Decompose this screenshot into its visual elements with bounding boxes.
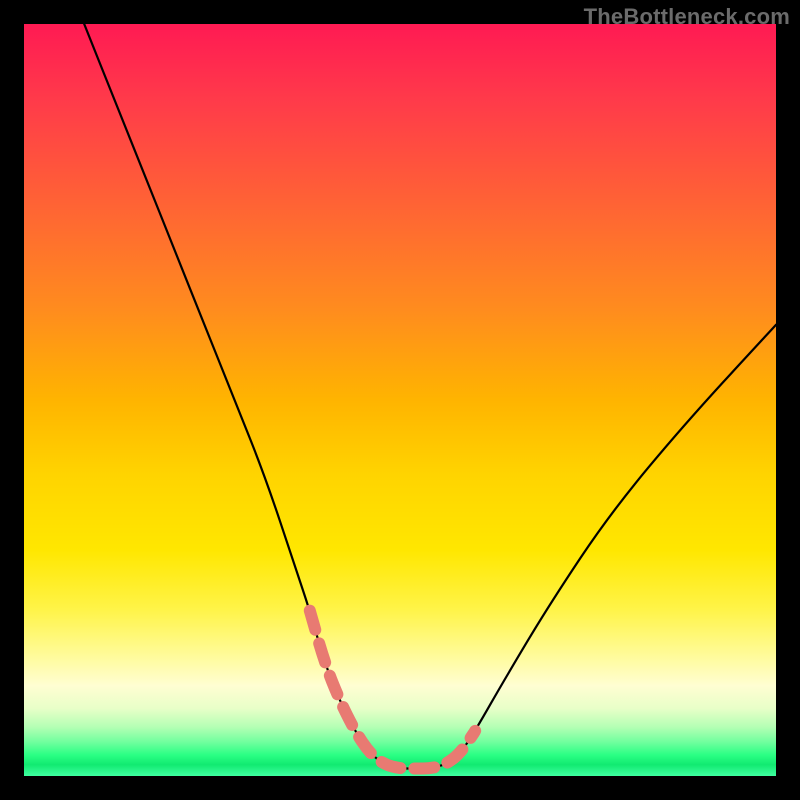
curve-layer xyxy=(24,24,776,776)
optimal-range-marker xyxy=(310,611,475,769)
plot-area xyxy=(24,24,776,776)
watermark-text: TheBottleneck.com xyxy=(584,4,790,30)
chart-frame: TheBottleneck.com xyxy=(0,0,800,800)
bottleneck-curve xyxy=(84,24,776,769)
